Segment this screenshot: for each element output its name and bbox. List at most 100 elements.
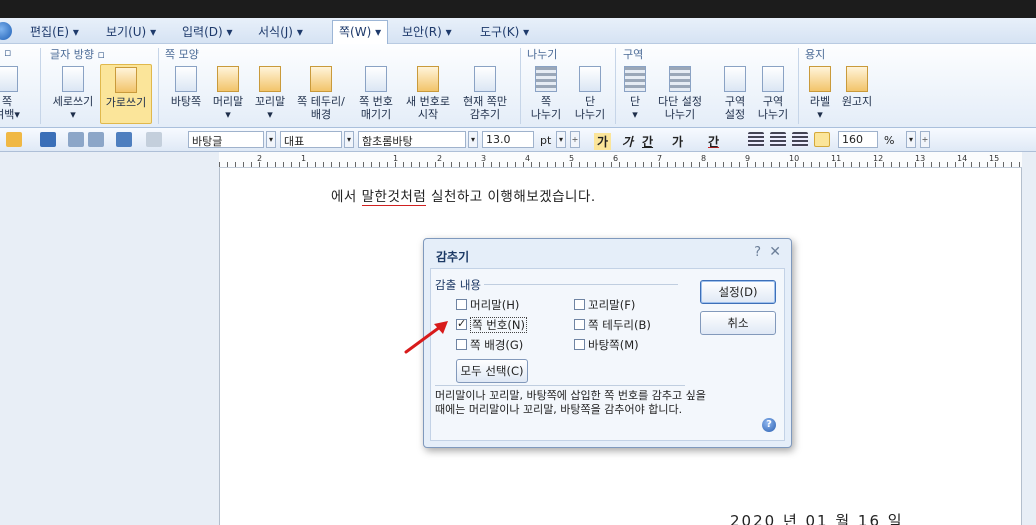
strike-button[interactable]: 가 (672, 133, 683, 150)
header-checkbox[interactable]: 머리말(H) (456, 297, 519, 313)
menu-format[interactable]: 서식(J) ▾ (258, 23, 303, 40)
font-kind-select[interactable]: 대표 (280, 131, 342, 148)
bold-button[interactable]: 가 (594, 133, 612, 150)
checkbox-box[interactable] (456, 299, 467, 310)
footer-checkbox-label: 꼬리말(F) (588, 298, 636, 312)
page-break-label: 쪽 (540, 95, 552, 108)
section-split-icon (762, 66, 784, 92)
dialog-body: 감출 내용 머리말(H) 꼬리말(F) 쪽 번호(N) 쪽 테두리(B) 쪽 배… (430, 268, 785, 441)
page-margin-label: 쪽 (1, 95, 13, 108)
spacing-stepper[interactable]: ÷ (920, 131, 930, 148)
menu-edit[interactable]: 편집(E) ▾ (30, 23, 79, 40)
font-size-input[interactable]: 13.0 (482, 131, 534, 148)
align-center-icon[interactable] (770, 132, 786, 147)
horizontal-writing-button[interactable]: 가로쓰기 (100, 64, 152, 124)
open-folder-icon[interactable] (6, 132, 22, 147)
horizontal-ruler[interactable]: 2 1 1 2 3 4 5 6 7 8 9 10 11 12 13 14 15 (219, 152, 1022, 168)
page-number-checkbox-label: 쪽 번호(N) (470, 317, 527, 333)
font-color-button[interactable]: 간 (708, 133, 719, 150)
label-button[interactable]: 라벨 ▾ (804, 64, 836, 121)
help-icon[interactable]: ? (754, 245, 761, 260)
size-stepper[interactable]: ÷ (570, 131, 580, 148)
align-left-icon[interactable] (748, 132, 764, 147)
multi-column-button[interactable]: 다단 설정 나누기 (652, 64, 708, 121)
menu-tools[interactable]: 도구(K) ▾ (480, 23, 529, 40)
new-number-button[interactable]: 새 번호로 시작 (402, 64, 454, 121)
menu-security[interactable]: 보안(R) ▾ (402, 23, 452, 40)
master-page-label: 바탕쪽 (170, 95, 202, 108)
checkbox-box[interactable] (574, 339, 585, 350)
checkbox-box[interactable] (574, 319, 585, 330)
dropdown-arrow: ▾ (267, 108, 273, 121)
style-dropdown-arrow[interactable]: ▾ (266, 131, 276, 148)
section-split-button[interactable]: 구역 나누기 (754, 64, 792, 121)
ruler-number: 13 (915, 154, 926, 163)
column-break-button[interactable]: 단 나누기 (569, 64, 611, 121)
unit-dropdown-arrow[interactable]: ▾ (556, 131, 566, 148)
close-icon[interactable]: ✕ (769, 244, 781, 260)
page-margin-button[interactable]: 쪽 여백▾ (0, 64, 22, 121)
page-border-button[interactable]: 쪽 테두리/ 배경 (292, 64, 350, 121)
align-right-icon[interactable] (792, 132, 808, 147)
manuscript-icon (846, 66, 868, 92)
manuscript-button[interactable]: 원고지 (838, 64, 876, 108)
multi-column-label: 다단 설정 (658, 95, 702, 108)
ok-button[interactable]: 설정(D) (700, 280, 776, 304)
select-all-button[interactable]: 모두 선택(C) (456, 359, 528, 383)
header-button[interactable]: 머리말 ▾ (208, 64, 248, 121)
page-number-icon (365, 66, 387, 92)
checkbox-box[interactable] (456, 339, 467, 350)
page-border-checkbox[interactable]: 쪽 테두리(B) (574, 317, 651, 333)
dialog-description: 머리말이나 꼬리말, 바탕쪽에 삽입한 쪽 번호를 감추고 싶을 때에는 머리말… (435, 389, 706, 416)
dropdown-arrow: ▾ (817, 108, 823, 121)
ruler-number: 1 (393, 154, 399, 163)
font-kind-dropdown-arrow[interactable]: ▾ (344, 131, 354, 148)
menu-insert[interactable]: 입력(D) ▾ (182, 23, 233, 40)
page-break-button[interactable]: 쪽 나누기 (525, 64, 567, 121)
save-icon[interactable] (40, 132, 56, 147)
master-page-checkbox[interactable]: 바탕쪽(M) (574, 337, 639, 353)
horizontal-writing-label: 가로쓰기 (105, 96, 147, 109)
columns-button[interactable]: 단 ▾ (620, 64, 650, 121)
footer-button[interactable]: 꼬리말 ▾ (250, 64, 290, 121)
section-settings-button[interactable]: 구역 설정 (718, 64, 752, 121)
redo-icon[interactable] (146, 132, 162, 147)
page-number-checkbox[interactable]: 쪽 번호(N) (456, 317, 527, 333)
column-break-icon (579, 66, 601, 92)
column-break-label-2: 나누기 (574, 108, 606, 121)
cancel-button[interactable]: 취소 (700, 311, 776, 335)
font-select[interactable]: 함초롬바탕 (358, 131, 466, 148)
vertical-text-icon (62, 66, 84, 92)
page-margin-icon (0, 66, 18, 92)
hide-current-page-button[interactable]: 현재 쪽만 감추기 (456, 64, 514, 121)
print-icon[interactable] (68, 132, 84, 147)
spacing-dropdown-arrow[interactable]: ▾ (906, 131, 916, 148)
group-split-label: 나누기 (527, 48, 558, 61)
page-number-button[interactable]: 쪽 번호 매기기 (352, 64, 400, 121)
group-divider (40, 48, 41, 124)
italic-button[interactable]: 가 (622, 133, 633, 150)
ruler-number: 7 (657, 154, 663, 163)
footer-checkbox[interactable]: 꼬리말(F) (574, 297, 635, 313)
preview-icon[interactable] (88, 132, 104, 147)
vertical-writing-button[interactable]: 세로쓰기 ▾ (48, 64, 98, 121)
undo-icon[interactable] (116, 132, 132, 147)
help-circle-icon[interactable]: ? (762, 418, 776, 432)
justify-icon[interactable] (814, 132, 830, 147)
checkbox-box-checked[interactable] (456, 317, 467, 330)
master-page-icon (175, 66, 197, 92)
underline-button[interactable]: 간 (642, 133, 653, 150)
master-page-button[interactable]: 바탕쪽 (166, 64, 206, 108)
page-break-label-2: 나누기 (530, 108, 562, 121)
menu-view[interactable]: 보기(U) ▾ (106, 23, 156, 40)
group-section-label: 구역 (623, 48, 644, 61)
menu-page[interactable]: 쪽(W) ▾ (332, 20, 389, 44)
app-menu-button[interactable] (0, 22, 12, 40)
style-select[interactable]: 바탕글 (188, 131, 264, 148)
font-dropdown-arrow[interactable]: ▾ (468, 131, 478, 148)
page-border-label: 쪽 테두리/ (297, 95, 345, 108)
page-background-checkbox[interactable]: 쪽 배경(G) (456, 337, 523, 353)
checkbox-box[interactable] (574, 299, 585, 310)
dropdown-arrow: ▾ (632, 108, 638, 121)
line-spacing-input[interactable]: 160 (838, 131, 878, 148)
